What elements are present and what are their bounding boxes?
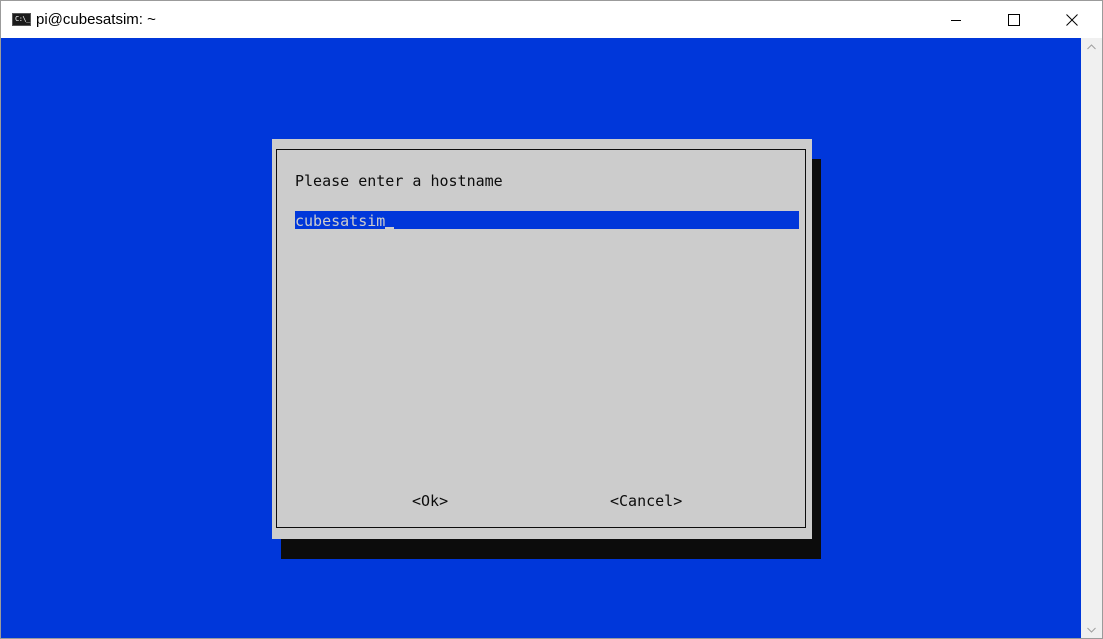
title-bar[interactable]: C:\_ pi@cubesatsim: ~ xyxy=(1,1,1102,38)
scroll-up-button[interactable] xyxy=(1081,38,1102,55)
minimize-button[interactable] xyxy=(927,1,985,38)
vertical-scrollbar[interactable] xyxy=(1081,38,1102,638)
scroll-up-arrow-icon xyxy=(1087,43,1096,49)
dialog-prompt: Please enter a hostname xyxy=(295,172,503,190)
ok-button[interactable]: <Ok> xyxy=(412,491,448,511)
minimize-icon xyxy=(951,19,961,21)
cancel-button[interactable]: <Cancel> xyxy=(610,491,682,511)
close-icon xyxy=(1066,13,1078,26)
close-button[interactable] xyxy=(1043,1,1101,38)
terminal-app-icon[interactable]: C:\_ xyxy=(12,13,31,26)
hostname-dialog: Please enter a hostname cubesatsim <Ok> … xyxy=(272,139,812,539)
maximize-button[interactable] xyxy=(985,1,1043,38)
dialog-frame: Please enter a hostname cubesatsim <Ok> … xyxy=(276,149,806,528)
hostname-input-value: cubesatsim xyxy=(295,212,386,230)
scroll-down-arrow-icon xyxy=(1087,627,1096,633)
app-icon-text: C:\_ xyxy=(15,15,30,23)
window-title: pi@cubesatsim: ~ xyxy=(36,11,156,28)
text-cursor xyxy=(385,211,395,229)
hostname-input[interactable]: cubesatsim xyxy=(295,211,799,230)
terminal-window: C:\_ pi@cubesatsim: ~ Please enter a hos… xyxy=(0,0,1103,639)
scroll-down-button[interactable] xyxy=(1081,621,1102,638)
maximize-icon xyxy=(1008,13,1020,26)
terminal-area[interactable]: Please enter a hostname cubesatsim <Ok> … xyxy=(1,38,1081,638)
